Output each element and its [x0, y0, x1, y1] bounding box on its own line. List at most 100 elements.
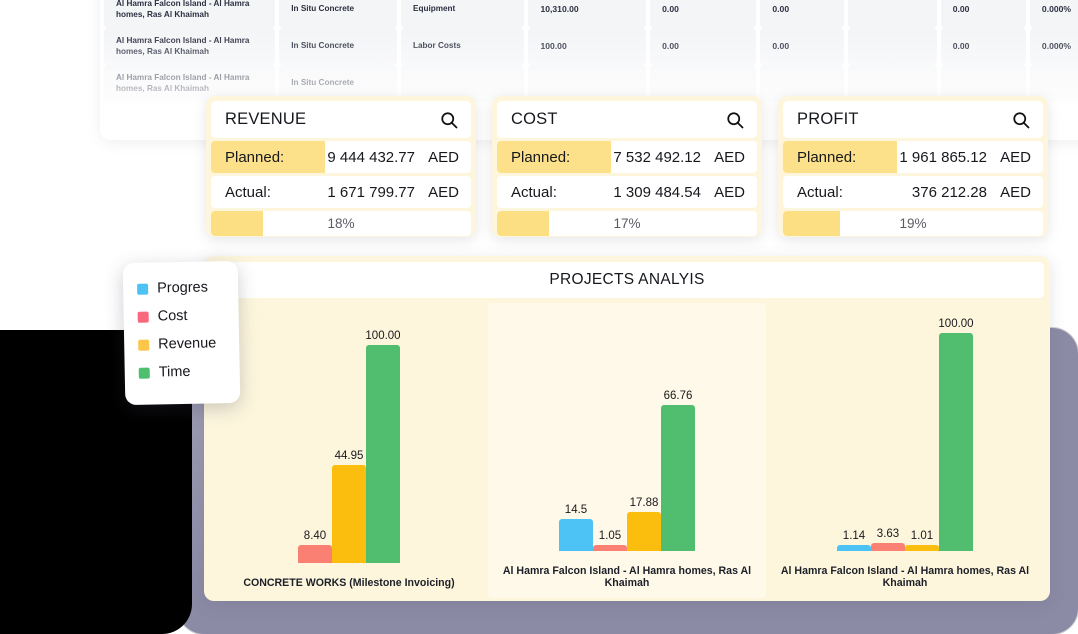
legend-swatch-icon [137, 311, 149, 323]
bar-value-label: 66.76 [663, 390, 693, 403]
kpi-actual-currency: AED [714, 183, 745, 201]
kpi-card-revenue[interactable]: REVENUE Planned: 9 444 432.77 AED Actual… [206, 96, 476, 237]
chart-caption: Al Hamra Falcon Island - Al Hamra homes,… [780, 564, 1030, 590]
table-cell-v1: 0.00 [650, 0, 757, 28]
kpi-title: PROFIT [797, 110, 859, 128]
kpi-progress-bar: 17% [497, 211, 757, 236]
legend-items: Progres Cost Revenue Time [137, 273, 240, 387]
bar-slot-progres[interactable]: 1.14 [837, 311, 871, 551]
bar-slot-cost[interactable]: 3.63 [871, 311, 905, 551]
kpi-card-cost[interactable]: COST Planned: 7 532 492.12 AED Actual: 1… [492, 96, 762, 237]
bar-progres[interactable] [837, 544, 871, 551]
kpi-actual-currency: AED [428, 183, 459, 201]
table-cell-amount: 100.00 [528, 28, 647, 65]
kpi-progress-bar: 19% [783, 211, 1043, 236]
bar-slot-time[interactable]: 66.76 [661, 311, 695, 551]
table-row[interactable]: Al Hamra Falcon Island - Al Hamra homes,… [100, 28, 1078, 65]
bar-slot-progres[interactable]: 14.5 [559, 311, 593, 551]
kpi-planned-currency: AED [714, 148, 745, 166]
table-cell-v3 [847, 0, 937, 28]
bar-cost[interactable] [871, 542, 905, 551]
kpi-progress-percent: 17% [613, 216, 641, 231]
bar-progres[interactable] [559, 518, 593, 551]
bar-cost[interactable] [593, 544, 627, 551]
table-cell-v4: 0.00 [940, 28, 1026, 65]
legend-item-revenue[interactable]: Revenue [138, 329, 240, 359]
kpi-planned-label: Planned: [797, 148, 857, 166]
bar-cost[interactable] [298, 545, 332, 564]
kpi-actual-label: Actual: [797, 183, 843, 201]
bar-value-label: 100.00 [365, 330, 401, 343]
kpi-actual-value: 1 671 799.77 [327, 183, 415, 201]
bar-value-label: 8.40 [303, 530, 327, 542]
kpi-header: REVENUE [211, 101, 471, 138]
bar-revenue[interactable] [905, 544, 939, 551]
table-cell-work_type: In Situ Concrete [279, 0, 397, 28]
kpi-row-actual: Actual: 1 309 484.54 AED [497, 176, 757, 208]
kpi-actual-label: Actual: [225, 183, 271, 201]
bar-revenue[interactable] [627, 511, 661, 551]
table-cell-v4: 0.00 [940, 0, 1026, 28]
search-icon[interactable] [439, 110, 459, 130]
kpi-planned-currency: AED [428, 148, 459, 166]
bar-value-label: 1.05 [598, 529, 622, 542]
bar-slot-time[interactable]: 100.00 [365, 323, 401, 564]
legend-label: Time [158, 363, 191, 381]
kpi-planned-label: Planned: [511, 148, 571, 166]
table-cell-v2: 0.00 [760, 28, 844, 65]
search-icon[interactable] [725, 110, 745, 130]
kpi-card-profit[interactable]: PROFIT Planned: 1 961 865.12 AED Actual:… [778, 96, 1048, 237]
bar-time[interactable] [661, 405, 695, 551]
bar-slot-cost[interactable]: 8.40 [298, 323, 332, 564]
bar-slot-revenue[interactable]: 1.01 [905, 311, 939, 551]
bar-time[interactable] [939, 332, 973, 551]
legend-item-cost[interactable]: Cost [137, 301, 239, 331]
bar-value-label: 1.14 [842, 529, 866, 542]
kpi-row-planned: Planned: 7 532 492.12 AED [497, 141, 757, 173]
kpi-value-rows: Planned: 7 532 492.12 AED Actual: 1 309 … [497, 141, 757, 208]
chart-3: 1.14 3.63 1.01 100.00 Al Hamra Falcon Island… [766, 303, 1044, 598]
charts-container: 8.40 44.95 100.00 CONCRETE WORKS (Milestone… [210, 303, 1044, 598]
search-icon[interactable] [1011, 110, 1031, 130]
bar-value-label: 1.01 [910, 529, 934, 542]
table-cell-project: Al Hamra Falcon Island - Al Hamra homes,… [104, 28, 276, 65]
bar-slot-time[interactable]: 100.00 [938, 311, 974, 551]
background-table-rows: Al Hamra Falcon Island - Al Hamra homes,… [100, 0, 1078, 102]
kpi-header: PROFIT [783, 101, 1043, 138]
legend-label: Cost [157, 307, 188, 325]
table-cell-pct: 0.000% [1029, 0, 1078, 28]
chart-plot-area: 14.5 1.05 17.88 66.76 [488, 311, 766, 551]
kpi-value-rows: Planned: 9 444 432.77 AED Actual: 1 671 … [211, 141, 471, 208]
projects-analysis-panel: PROJECTS ANALYIS 8.40 44.95 100.00 CONCRETE… [204, 256, 1050, 601]
bar-slot-cost[interactable]: 1.05 [593, 311, 627, 551]
legend-item-time[interactable]: Time [138, 357, 240, 387]
chart-legend-card: Progres Cost Revenue Time [122, 260, 241, 406]
bar-revenue[interactable] [332, 465, 366, 564]
kpi-row-actual: Actual: 376 212.28 AED [783, 176, 1043, 208]
kpi-progress-percent: 19% [899, 216, 927, 231]
chart-2: 14.5 1.05 17.88 66.76 Al Hamra Falcon Island… [488, 303, 766, 598]
table-cell-v2: 0.00 [760, 0, 844, 28]
table-row[interactable]: Al Hamra Falcon Island - Al Hamra homes,… [100, 0, 1078, 28]
table-cell-amount: 10,310.00 [528, 0, 647, 28]
kpi-value-rows: Planned: 1 961 865.12 AED Actual: 376 21… [783, 141, 1043, 208]
bar-slot-revenue[interactable]: 44.95 [332, 323, 366, 564]
legend-label: Progres [156, 279, 209, 297]
table-cell-category: Labor Costs [400, 28, 525, 65]
legend-item-progres[interactable]: Progres [137, 273, 239, 303]
legend-swatch-icon [137, 283, 149, 295]
panel-title: PROJECTS ANALYIS [210, 262, 1044, 298]
bar-time[interactable] [366, 345, 400, 564]
bar-value-label: 3.63 [876, 527, 900, 540]
table-cell-category: Equipment [400, 0, 525, 28]
bar-slot-revenue[interactable]: 17.88 [627, 311, 661, 551]
device-bezel-black-panel [0, 330, 110, 634]
bar-value-label: 14.5 [564, 503, 588, 516]
table-cell-pct: 0.000% [1029, 28, 1078, 65]
chart-plot-area: 8.40 44.95 100.00 [210, 323, 488, 564]
chart-1: 8.40 44.95 100.00 CONCRETE WORKS (Milestone… [210, 303, 488, 598]
dashboard-screenshot: Al Hamra Falcon Island - Al Hamra homes,… [0, 0, 1078, 634]
bar-value-label: 100.00 [938, 317, 974, 330]
kpi-planned-label: Planned: [225, 148, 285, 166]
kpi-title: COST [511, 110, 558, 128]
